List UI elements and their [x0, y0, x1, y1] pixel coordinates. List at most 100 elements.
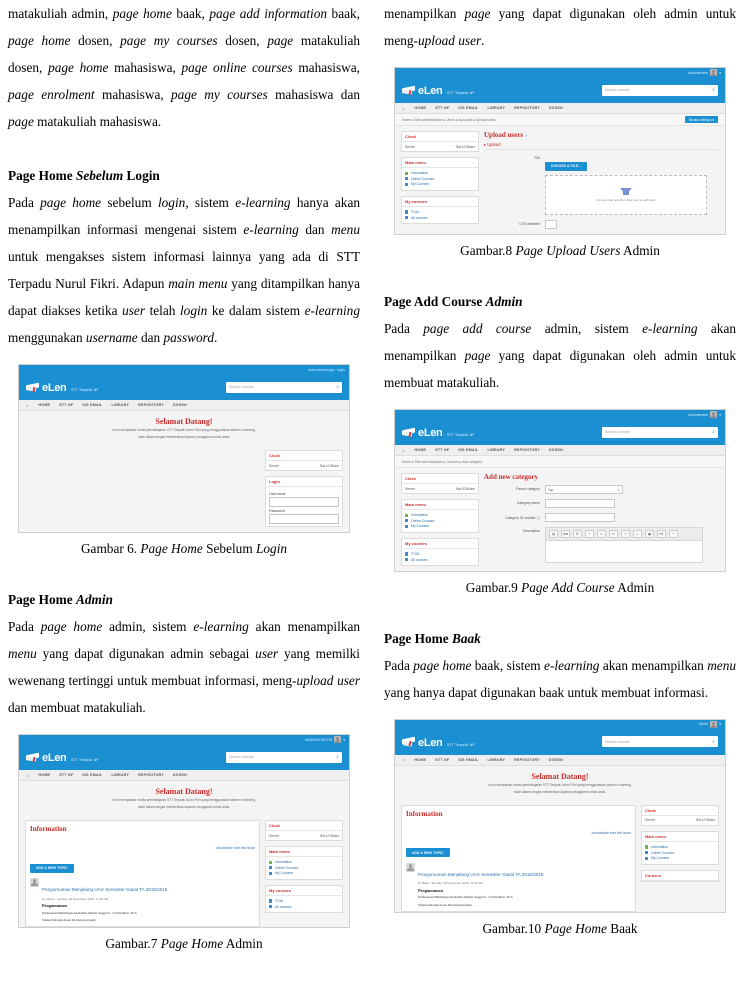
block-icons[interactable]: ▫▫	[472, 477, 475, 481]
chevron-down-icon[interactable]: ▾	[719, 722, 721, 726]
all-courses-link[interactable]: All courses	[405, 557, 475, 563]
nav-item-home[interactable]: HOME	[38, 773, 50, 777]
search-input[interactable]: Search courses ⌕	[602, 426, 718, 438]
nav-item-sttnf[interactable]: STT NF	[435, 448, 449, 452]
block-icons[interactable]: ▫▫	[472, 161, 475, 165]
editor-bullet-list-icon[interactable]: ≡	[597, 530, 606, 538]
breadcrumb[interactable]: Home ▸ Site administration ▸ Users ▸ Acc…	[402, 118, 496, 122]
search-icon[interactable]: ⌕	[712, 87, 715, 93]
block-icons[interactable]: ▫▫	[712, 873, 715, 877]
block-icons[interactable]: ▫▫	[472, 503, 475, 507]
nav-item-home[interactable]: HOME	[38, 403, 50, 407]
nav-item-home[interactable]: HOME	[414, 758, 426, 762]
nav-item-repository[interactable]: REPOSITORY	[138, 773, 164, 777]
editor-number-list-icon[interactable]: ≔	[609, 530, 618, 538]
menu-item-my-courses[interactable]: My Courses	[645, 856, 715, 862]
chevron-down-icon[interactable]: ▾	[719, 413, 721, 417]
topic-title[interactable]: Pengumuman Menjelang UAS Semester Gasal …	[418, 872, 543, 877]
editor-expand-icon[interactable]: ▤	[549, 530, 558, 538]
unsubscribe-link[interactable]: unsubscribe from this forum	[592, 831, 631, 835]
nav-item-sttnf[interactable]: STT NF	[59, 773, 73, 777]
blocks-editing-button[interactable]: Blocks editing on	[685, 116, 718, 123]
nav-item-sis-email[interactable]: SIS EMAIL	[458, 758, 478, 762]
editor-toolbar[interactable]: ▤ Aa▾ B I ≡ ≔ ↗ ↙ ▣ H1 ❝	[545, 527, 703, 541]
nav-item-sttnf[interactable]: STT NF	[435, 106, 449, 110]
block-icons[interactable]: ▫▫	[712, 808, 715, 812]
nav-item-dosen[interactable]: DOSEN	[173, 773, 187, 777]
editor-bold-icon[interactable]: B	[573, 530, 582, 538]
category-idnumber-input[interactable]	[545, 513, 615, 522]
editor-image-icon[interactable]: ▣	[645, 530, 654, 538]
chevron-down-icon[interactable]: ▾	[719, 71, 721, 75]
elen-logo[interactable]: eLen STT Terpadu NF	[402, 82, 475, 98]
nav-item-library[interactable]: LIBRARY	[488, 448, 506, 452]
elen-logo[interactable]: eLen STT Terpadu NF	[26, 379, 99, 395]
nav-item-dosen[interactable]: DOSEN	[173, 403, 187, 407]
block-icons[interactable]: ▫▫	[336, 888, 339, 892]
avatar[interactable]	[710, 411, 718, 418]
breadcrumb[interactable]: Home ▸ Site administration ▸ Courses ▸ A…	[402, 460, 482, 464]
nav-item-dosen[interactable]: DOSEN	[549, 106, 563, 110]
nav-item-sis-email[interactable]: SIS EMAIL	[82, 403, 102, 407]
nav-item-sttnf[interactable]: STT NF	[435, 758, 449, 762]
block-icons[interactable]: ▫▫	[336, 454, 339, 458]
nav-item-home[interactable]: HOME	[414, 448, 426, 452]
block-icons[interactable]: ▫▫	[336, 480, 339, 484]
menu-item-my-courses[interactable]: My Courses	[405, 182, 475, 188]
category-name-input[interactable]	[545, 499, 615, 508]
search-input[interactable]: Search courses ⌕	[226, 751, 342, 763]
add-new-topic-button[interactable]: ADD A NEW TOPIC	[30, 863, 74, 873]
choose-file-button[interactable]: CHOOSE A FILE...	[545, 161, 588, 171]
elen-logo[interactable]: eLen STT Terpadu NF	[402, 424, 475, 440]
search-input[interactable]: Search courses ⌕	[226, 381, 342, 393]
search-icon[interactable]: ⌕	[712, 739, 715, 745]
search-icon[interactable]: ⌕	[336, 754, 339, 760]
editor-font-icon[interactable]: Aa▾	[561, 530, 570, 538]
nav-item-dosen[interactable]: DOSEN	[549, 448, 563, 452]
block-icons[interactable]: ▫▫	[472, 541, 475, 545]
nav-item-sis-email[interactable]: SIS EMAIL	[82, 773, 102, 777]
nav-item-sis-email[interactable]: SIS EMAIL	[458, 448, 478, 452]
nav-item-sis-email[interactable]: SIS EMAIL	[458, 106, 478, 110]
search-icon[interactable]: ⌕	[336, 384, 339, 390]
topic-title[interactable]: Pengumuman Menjelang UAS Semester Gasal …	[42, 887, 167, 892]
password-input[interactable]	[269, 513, 339, 524]
upload-section-toggle[interactable]: ▸ Upload	[484, 142, 719, 147]
elen-logo[interactable]: eLen STT Terpadu NF	[26, 749, 99, 765]
menu-item-my-courses[interactable]: My Courses	[405, 524, 475, 530]
editor-heading-icon[interactable]: H1	[657, 530, 666, 538]
add-new-topic-button[interactable]: ADD A NEW TOPIC	[406, 848, 450, 858]
nav-item-library[interactable]: LIBRARY	[488, 106, 506, 110]
nav-item-repository[interactable]: REPOSITORY	[514, 448, 540, 452]
file-dropzone[interactable]: You can drag and drop files here to add …	[545, 175, 707, 215]
nav-item-library[interactable]: LIBRARY	[112, 403, 130, 407]
nav-item-library[interactable]: LIBRARY	[488, 758, 506, 762]
search-input[interactable]: Search courses ⌕	[602, 736, 718, 748]
avatar[interactable]	[334, 736, 342, 743]
editor-italic-icon[interactable]: I	[585, 530, 594, 538]
block-icons[interactable]: ▫▫	[336, 850, 339, 854]
search-icon[interactable]: ⌕	[712, 429, 715, 435]
block-icons[interactable]: ▫▫	[472, 199, 475, 203]
login-link[interactable]: Login	[337, 368, 345, 372]
avatar[interactable]	[710, 69, 718, 76]
parent-category-select[interactable]: Top ⇳	[545, 485, 623, 494]
chevron-down-icon[interactable]: ▾	[343, 738, 345, 742]
nav-item-repository[interactable]: REPOSITORY	[514, 106, 540, 110]
nav-item-library[interactable]: LIBRARY	[112, 773, 130, 777]
block-icons[interactable]: ▫▫	[336, 824, 339, 828]
help-icon[interactable]: ?	[525, 134, 527, 138]
nav-item-sttnf[interactable]: STT NF	[59, 403, 73, 407]
nav-item-repository[interactable]: REPOSITORY	[138, 403, 164, 407]
block-icons[interactable]: ▫▫	[472, 135, 475, 139]
block-icons[interactable]: ▫▫	[712, 834, 715, 838]
description-editor[interactable]	[545, 541, 703, 563]
nav-item-dosen[interactable]: DOSEN	[549, 758, 563, 762]
editor-quote-icon[interactable]: ❝	[669, 530, 678, 538]
nav-item-home[interactable]: HOME	[414, 106, 426, 110]
all-courses-link[interactable]: All courses	[269, 904, 339, 910]
unsubscribe-link[interactable]: unsubscribe from this forum	[216, 846, 255, 850]
avatar[interactable]	[710, 720, 718, 728]
csv-delimiter-select[interactable]: ,	[545, 220, 557, 229]
menu-item-my-courses[interactable]: My Courses	[269, 871, 339, 877]
